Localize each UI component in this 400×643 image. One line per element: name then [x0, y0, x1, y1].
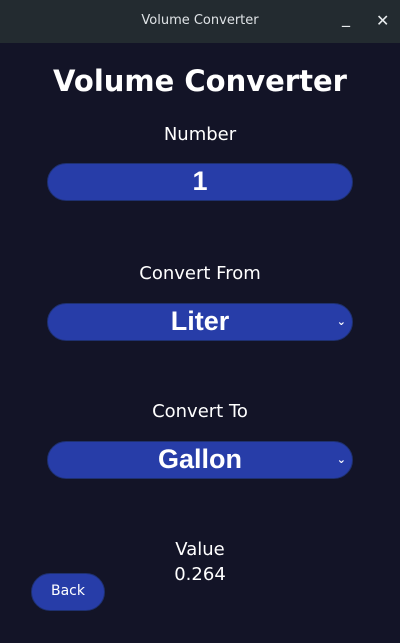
- page-title: Volume Converter: [53, 64, 347, 98]
- back-button[interactable]: Back: [31, 573, 105, 611]
- result-label: Value: [175, 539, 225, 560]
- number-label: Number: [163, 124, 237, 145]
- convert-from-label: Convert From: [139, 263, 261, 284]
- minimize-icon[interactable]: _: [342, 8, 350, 27]
- convert-from-value: Liter: [170, 306, 230, 336]
- chevron-down-icon: ⌄: [336, 315, 346, 328]
- convert-from-select[interactable]: Liter ⌄: [47, 303, 353, 341]
- window-title: Volume Converter: [141, 13, 259, 28]
- close-icon[interactable]: ✕: [376, 11, 389, 30]
- number-value: 1: [192, 166, 208, 196]
- convert-to-select[interactable]: Gallon ⌄: [47, 441, 353, 479]
- convert-to-value: Gallon: [157, 444, 242, 474]
- convert-to-label: Convert To: [152, 401, 248, 422]
- chevron-down-icon: ⌄: [336, 453, 346, 466]
- window-titlebar: Volume Converter _ ✕: [0, 0, 400, 43]
- number-input[interactable]: 1: [47, 163, 353, 201]
